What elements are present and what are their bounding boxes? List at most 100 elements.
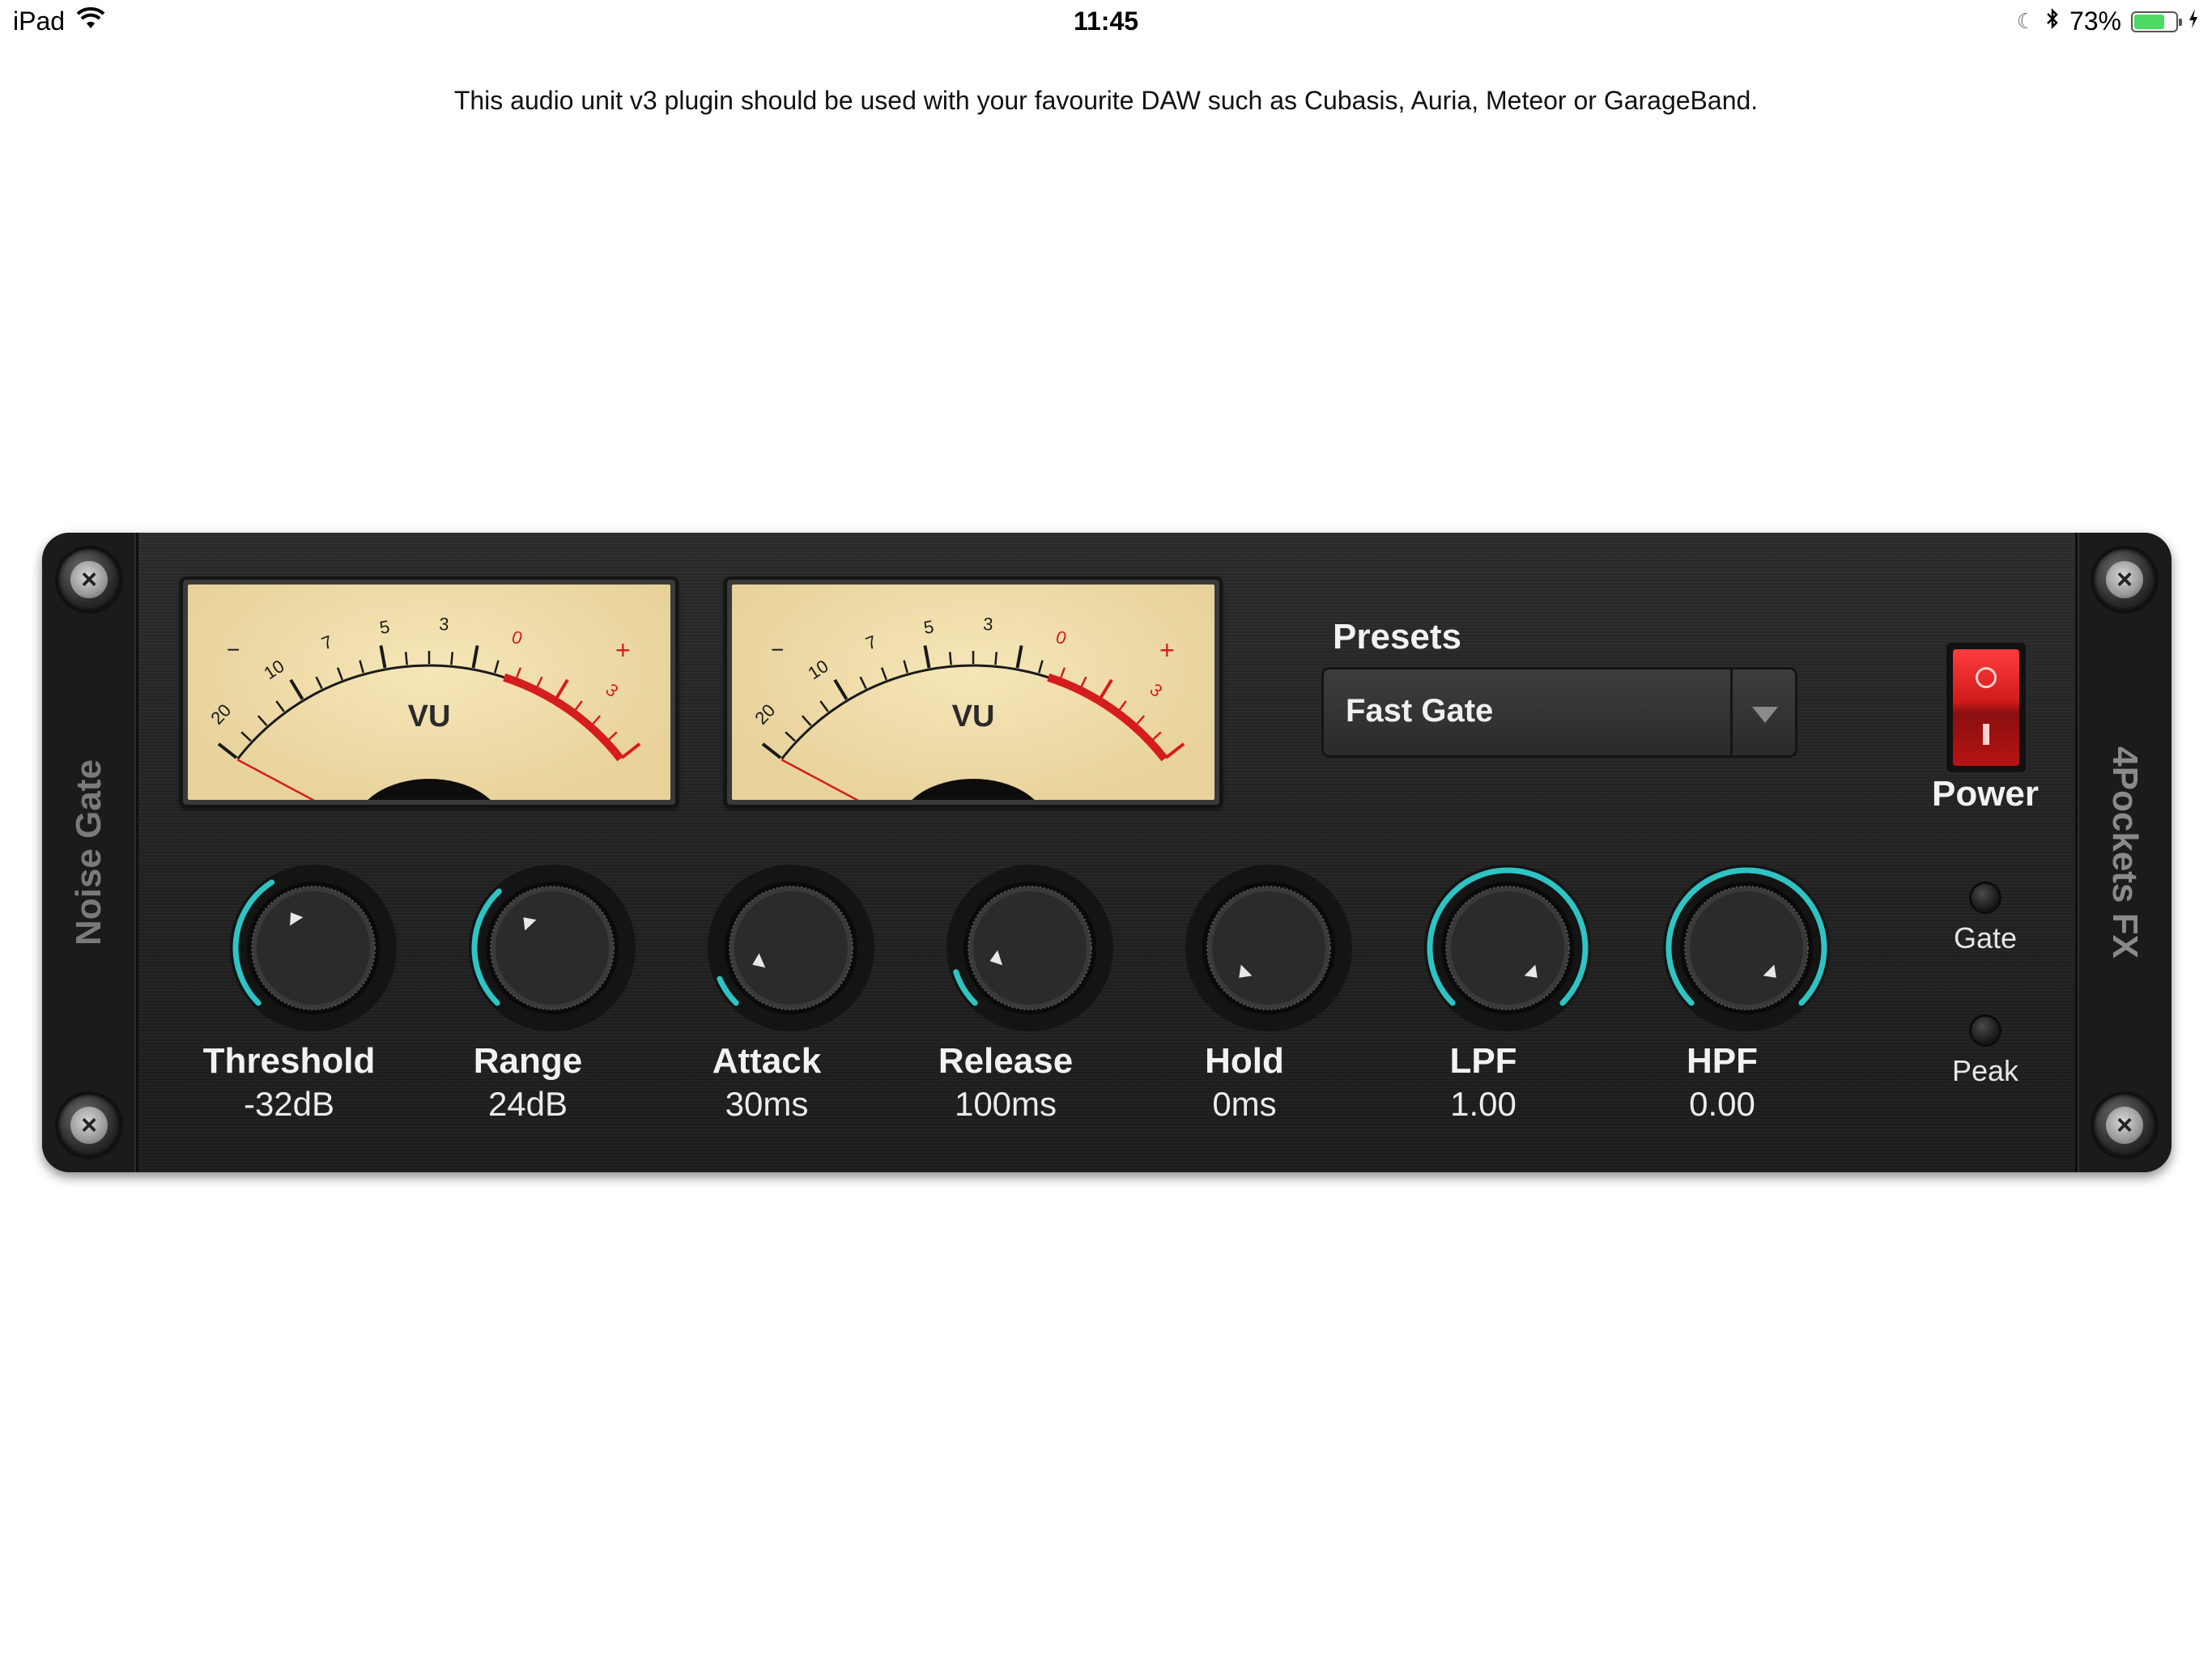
knob-face — [1212, 891, 1325, 1005]
vu-tick — [535, 676, 543, 690]
status-right: ☾ 73% — [2017, 6, 2199, 36]
gate-label: Gate — [1953, 921, 2018, 954]
peak-label: Peak — [1951, 1054, 2019, 1087]
vu-tick — [450, 652, 454, 665]
release-knob[interactable] — [945, 863, 1115, 1033]
vu-tick — [336, 667, 343, 681]
vu-tick — [359, 660, 364, 674]
attack-label: Attack — [712, 1041, 822, 1081]
vu-scale: 201075 303− + — [206, 614, 641, 800]
vu-tick — [379, 645, 387, 669]
plugin-name: Noise Gate — [69, 759, 108, 946]
vu-minus-label: − — [227, 637, 240, 662]
release-label: Release — [938, 1041, 1074, 1081]
vu-label: VU — [407, 699, 451, 733]
vu-face: 20 10 7 5 3 0 3− + VU — [188, 585, 670, 800]
vu-plus-label: + — [615, 636, 631, 665]
presets-title: Presets — [1333, 617, 1462, 657]
vu-scale-label: 7 — [319, 631, 335, 654]
vu-tick — [1164, 742, 1185, 759]
power-label: Power — [1931, 774, 2040, 814]
vu-tick — [859, 676, 867, 690]
right-rail: 4Pockets FX — [2075, 533, 2172, 1172]
status-bar: iPad 11:45 ☾ 73% — [0, 0, 2212, 45]
hold-label: Hold — [1205, 1041, 1284, 1081]
vu-tick — [554, 678, 569, 700]
knob-face — [1451, 891, 1564, 1005]
vu-scale-label: 0 — [509, 627, 525, 649]
vu-hub — [368, 779, 491, 800]
range-value: 24dB — [487, 1085, 568, 1123]
vu-tick — [1038, 660, 1044, 674]
vu-tick — [1098, 678, 1113, 700]
vu-tick — [515, 667, 522, 681]
gate-led — [1972, 884, 1999, 912]
screw-icon: × — [58, 1095, 120, 1156]
lpf-knob[interactable] — [1423, 863, 1593, 1033]
screw-icon: × — [2094, 1095, 2155, 1156]
knob-face — [257, 891, 370, 1005]
vu-scale-label: 3 — [1146, 679, 1166, 701]
chevron-down-icon — [1752, 707, 1778, 723]
vu-minus-label: − — [771, 637, 784, 662]
vu-tick — [948, 652, 952, 665]
screw-icon: × — [2094, 549, 2155, 610]
lpf-label: LPF — [1449, 1041, 1517, 1081]
vu-scale: 201075 303− + — [751, 614, 1185, 800]
range-knob[interactable] — [467, 863, 637, 1033]
vu-tick — [923, 645, 931, 669]
hold-knob[interactable] — [1184, 863, 1354, 1033]
vu-scale-label: 5 — [378, 616, 391, 638]
attack-knob[interactable] — [706, 863, 876, 1033]
screw-icon: × — [58, 549, 120, 610]
vu-scale-label: 3 — [439, 614, 450, 635]
vu-tick — [833, 678, 849, 700]
vu-scale-label: 0 — [1053, 627, 1069, 649]
vu-tick — [471, 645, 479, 669]
vu-tick — [1015, 645, 1023, 669]
vu-label: VU — [951, 699, 995, 733]
vu-scale-label: 5 — [922, 616, 935, 638]
power-on-icon — [1983, 724, 1989, 745]
moon-icon: ☾ — [2016, 9, 2035, 33]
range-label: Range — [473, 1041, 583, 1081]
status-time: 11:45 — [1073, 6, 1139, 36]
vu-tick — [1059, 667, 1066, 681]
presets-dropdown[interactable]: Fast Gate — [1321, 667, 1797, 758]
vu-tick — [494, 660, 500, 674]
peak-led — [1972, 1017, 1999, 1044]
vu-tick — [761, 742, 782, 759]
vu-scale-label: 3 — [983, 614, 994, 635]
threshold-value: -32dB — [243, 1085, 335, 1123]
knob-face — [734, 891, 848, 1005]
vu-meter-1: 20 10 7 5 3 0 3− + VU — [180, 576, 678, 808]
vu-tick — [1079, 676, 1087, 690]
vu-hub — [912, 779, 1035, 800]
vu-needle — [781, 759, 859, 800]
power-switch[interactable] — [1946, 643, 2026, 772]
vu-tick — [903, 660, 908, 674]
bluetooth-icon — [2045, 6, 2060, 36]
hpf-value: 0.00 — [1689, 1085, 1755, 1123]
hpf-knob[interactable] — [1661, 863, 1831, 1033]
vu-scale-label: 7 — [863, 631, 879, 654]
vu-face: 20 10 7 5 3 0 3− + VU — [732, 585, 1214, 800]
lpf-value: 1.00 — [1450, 1085, 1516, 1123]
vu-tick — [315, 676, 323, 690]
vu-tick — [880, 667, 887, 681]
info-text: This audio unit v3 plugin should be used… — [453, 86, 1759, 115]
plugin-panel: Noise Gate 4Pockets FX × × × × 20 10 7 5 3 0 3… — [42, 533, 2172, 1172]
presets-dropdown-toggle[interactable] — [1730, 667, 1797, 758]
knob-face — [973, 891, 1087, 1005]
vu-meter-2: 20 10 7 5 3 0 3− + VU — [724, 576, 1223, 808]
vu-scale-label: 10 — [260, 656, 287, 683]
charging-icon — [2188, 6, 2199, 36]
vu-plus-label: + — [1159, 636, 1175, 665]
power-rocker — [1953, 649, 2019, 766]
release-value: 100ms — [954, 1085, 1057, 1123]
attack-value: 30ms — [725, 1085, 809, 1123]
vu-tick — [994, 652, 998, 665]
power-off-icon — [1976, 667, 1997, 688]
hpf-label: HPF — [1687, 1041, 1758, 1081]
threshold-knob[interactable] — [228, 863, 398, 1033]
